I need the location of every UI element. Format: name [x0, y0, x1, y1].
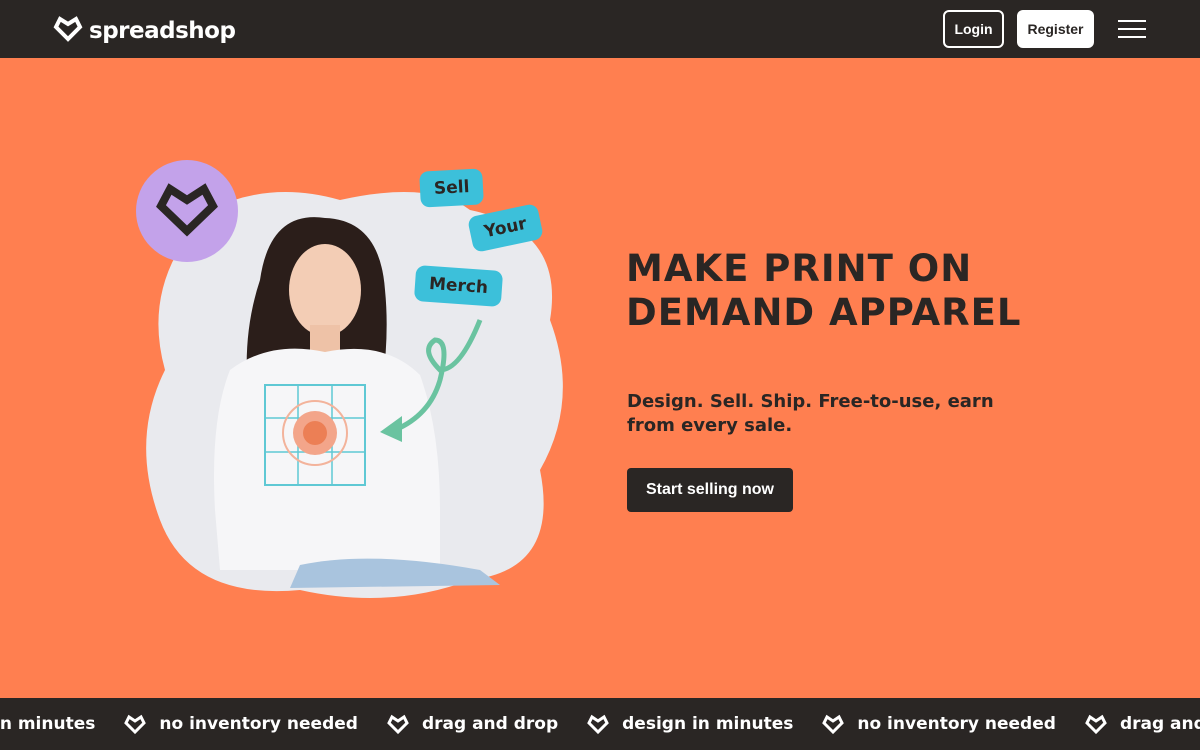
- marquee-item-label: in minutes: [0, 714, 96, 734]
- spreadshop-logo[interactable]: spreadshop: [53, 14, 236, 47]
- register-button[interactable]: Register: [1017, 10, 1094, 48]
- marquee-track: in minutes no inventory needed drag and …: [0, 698, 1200, 750]
- tag-merch: Merch: [413, 265, 504, 307]
- logo-text: spreadshop: [89, 17, 236, 44]
- top-nav-bar: spreadshop Login Register: [0, 0, 1200, 58]
- start-selling-button[interactable]: Start selling now: [627, 468, 793, 512]
- login-button[interactable]: Login: [943, 10, 1004, 48]
- heart-badge: [136, 160, 238, 262]
- marquee-item-label: drag and drop: [421, 714, 559, 734]
- heart-logo-icon: [123, 713, 147, 735]
- marquee-item: drag and drop: [1056, 713, 1200, 735]
- marquee-item: design in minutes: [558, 713, 793, 735]
- marquee-item-label: drag and drop: [1119, 714, 1200, 734]
- marquee-item: no inventory needed: [95, 713, 358, 735]
- heart-logo-icon: [53, 14, 83, 47]
- hero-subheadline: Design. Sell. Ship. Free-to-use, earn fr…: [627, 391, 994, 436]
- marquee-item-label: no inventory needed: [857, 714, 1056, 734]
- marquee-item: drag and drop: [358, 713, 558, 735]
- heart-logo-icon: [386, 713, 410, 735]
- heart-logo-icon: [1084, 713, 1108, 735]
- marquee-item: in minutes: [0, 714, 95, 734]
- hero-image: Sell Your Merch: [130, 150, 570, 600]
- marquee-item: no inventory needed: [793, 713, 1056, 735]
- hero-headline: MAKE PRINT ON DEMAND APPAREL: [626, 247, 1022, 334]
- hamburger-menu-icon[interactable]: [1118, 18, 1148, 40]
- marquee-item-label: no inventory needed: [159, 714, 358, 734]
- feature-marquee: in minutes no inventory needed drag and …: [0, 698, 1200, 750]
- heart-logo-icon: [821, 713, 845, 735]
- tag-sell: Sell: [419, 168, 485, 208]
- heart-logo-icon: [586, 713, 610, 735]
- marquee-item-label: design in minutes: [622, 714, 794, 734]
- heart-logo-icon: [154, 179, 220, 244]
